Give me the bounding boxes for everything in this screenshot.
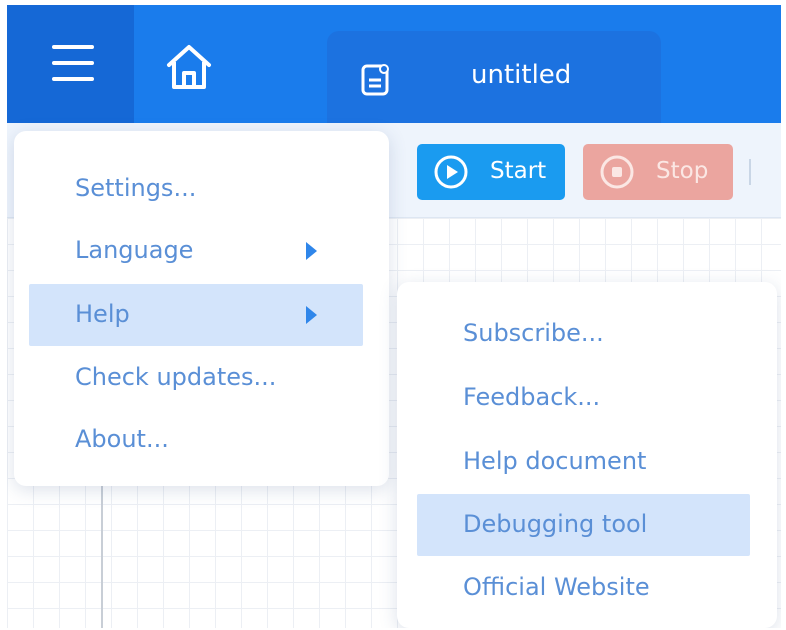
main-menu: Settings... Language Help Check updates.… [14,131,389,486]
submenu-item-subscribe[interactable]: Subscribe... [397,303,777,365]
home-icon [167,45,211,89]
menu-item-check-updates[interactable]: Check updates... [14,347,389,409]
tab-untitled[interactable]: untitled [327,31,661,123]
submenu-item-official-website[interactable]: Official Website [397,557,777,619]
menu-item-about[interactable]: About... [14,409,389,471]
document-icon [361,64,389,96]
menu-item-label: Settings... [75,174,197,202]
canvas-guide-line [101,485,103,628]
menu-item-label: About... [75,425,169,453]
menu-item-label: Check updates... [75,363,277,391]
app-window: untitled Start Stop Settings... Language [7,5,781,628]
document-title: untitled [471,60,572,90]
submenu-arrow-icon [306,242,317,260]
submenu-arrow-icon [306,306,317,324]
submenu-item-label: Official Website [463,573,650,601]
submenu-item-label: Debugging tool [463,510,648,538]
submenu-item-debugging-tool[interactable]: Debugging tool [417,494,750,556]
start-button[interactable]: Start [417,144,565,200]
submenu-item-label: Feedback... [463,383,601,411]
submenu-item-help-document[interactable]: Help document [397,431,777,493]
menu-item-settings[interactable]: Settings... [14,158,389,220]
stop-circle-icon [600,155,634,189]
play-circle-icon [434,155,468,189]
stop-label: Stop [656,158,709,184]
hamburger-menu-button[interactable] [7,5,134,123]
submenu-item-label: Help document [463,447,647,475]
toolbar-divider [749,159,751,185]
submenu-item-feedback[interactable]: Feedback... [397,367,777,429]
help-submenu: Subscribe... Feedback... Help document D… [397,282,777,628]
start-label: Start [490,158,547,184]
stop-button[interactable]: Stop [583,144,733,200]
menu-item-label: Help [75,300,130,328]
submenu-item-label: Subscribe... [463,319,604,347]
menu-item-label: Language [75,236,194,264]
menu-item-language[interactable]: Language [14,220,389,282]
home-button[interactable] [157,35,221,99]
title-bar: untitled [7,5,781,123]
menu-item-help[interactable]: Help [29,284,363,346]
